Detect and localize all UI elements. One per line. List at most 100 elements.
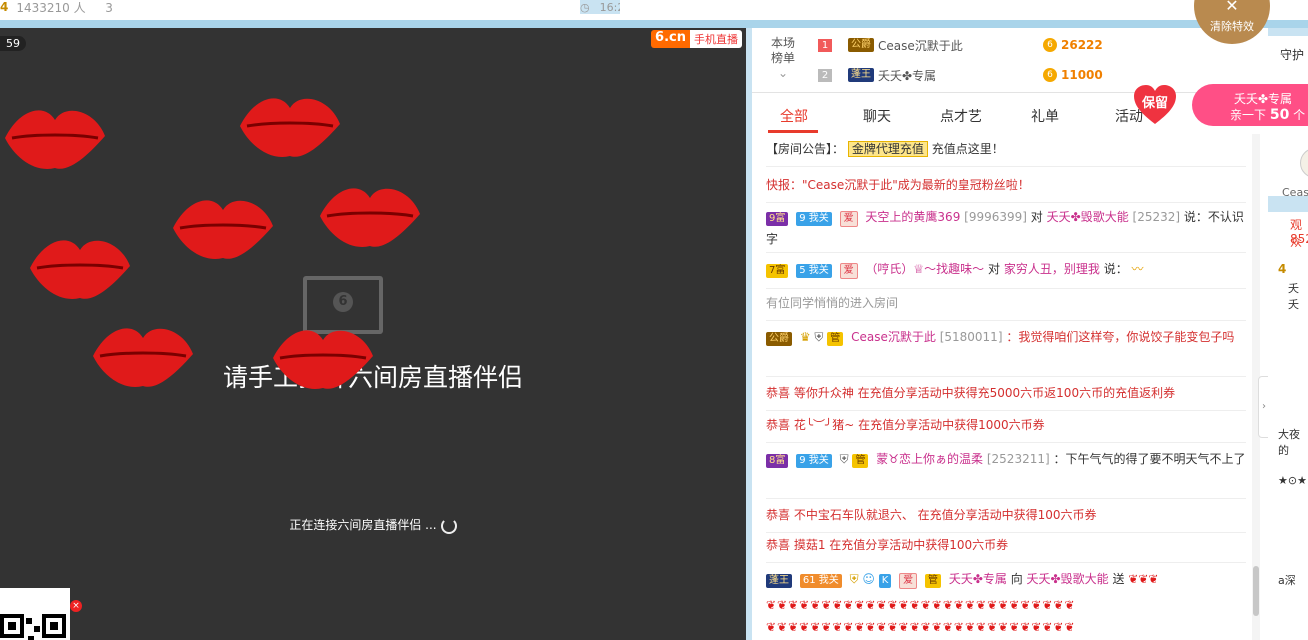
rank-row[interactable]: 2 蓬王 夭夭✤专属 6 11000 [818,64,1238,86]
divider [766,252,1246,253]
divider [766,202,1246,203]
loading-spinner-icon [440,517,457,534]
scrollbar-thumb[interactable] [1253,566,1259,616]
keep-heart-button[interactable]: 保留 [1132,84,1178,126]
gift-lips-row: ❦❦❦❦❦❦❦❦❦❦❦❦❦❦❦❦❦❦❦❦❦❦❦❦❦❦❦❦ [766,598,1076,612]
top-bar: 4 1433210 人 3 ◷ 16:27 ⌖ 天津 家族 快乐 [0,0,1308,20]
divider [766,498,1246,499]
crown-icon: ♛ [799,330,811,344]
chat-to: 对 [1030,210,1043,224]
rank-number: 2 [818,68,832,82]
notice-prefix: 【房间公告】： [766,142,845,156]
divider [766,410,1246,411]
chevron-down-icon[interactable]: ⌄ [766,66,800,81]
viewer-level: 4 [1278,262,1287,276]
user-level-badge: 7富 [766,264,789,278]
viewer-name[interactable]: a深 [1278,572,1296,588]
connecting-status: 正在连接六间房直播伴侣 ... [0,516,746,534]
congrats-message: 恭喜 不中宝石车队就退六、 在充值分享活动中获得100六币券 [766,508,1097,522]
rank-user-name[interactable]: Cease沉默于此 [878,37,1043,54]
audience-panel: 观众 852 4 夭夭 大夜的 ★⊙★ a深 [1268,212,1308,640]
room-notice: 【房间公告】： 金牌代理充值 充值点这里！ [766,138,1246,160]
chat-target-name[interactable]: 夭夭✤毁歌大能 [1027,572,1109,586]
qr-close-button[interactable]: × [70,600,82,612]
logo-tag: 手机直播 [690,30,742,48]
news-flash: 快报："Cease沉默于此"成为最新的皇冠粉丝啦！ [766,178,1030,192]
user-level-badge: 公爵 [766,332,792,346]
chat-feed[interactable]: 【房间公告】： 金牌代理充值 充值点这里！ 快报："Cease沉默于此"成为最新… [752,134,1252,640]
divider [766,320,1246,321]
avatar[interactable] [1300,148,1308,178]
rank-user-name[interactable]: 夭夭✤专属 [878,67,1043,84]
chat-user-name[interactable]: 天空上的黄鹰369 [865,210,960,224]
tab-gift-list[interactable]: 礼单 [1031,106,1059,126]
qr-code-icon [0,614,66,640]
logo-brand: 6.cn [651,30,690,48]
chat-user-id: [2523211] [986,452,1050,466]
notice-suffix: 充值点这里！ [931,142,1004,156]
rank-label-line2: 榜单 [770,51,795,65]
chat-target-name[interactable]: 夭夭✤毁歌大能 [1047,210,1129,224]
user-level-badge: 蓬王 [766,574,792,588]
divider [766,166,1246,167]
kiss-banner-name: 夭夭✤专属 [1234,92,1293,106]
chat-text: ：我觉得咱们这样夸，你说饺子能变包子吗 [1006,330,1235,344]
tab-all[interactable]: 全部 [780,106,808,126]
congrats-message: 恭喜 摸菇1 在充值分享活动中获得100六币券 [766,538,1009,552]
chat-user-name[interactable]: 蒙♉恋上你ぁ的温柔 [876,452,983,466]
guard-shield-icon: ⛨ [814,330,824,344]
chat-user-name[interactable]: Cease沉默于此 [851,330,936,344]
avatar: ☺ [862,572,875,586]
admin-badge: 管 [827,332,844,346]
tv-glyph: 6 [333,292,353,312]
enter-room-notice: 有位同学悄悄的进入房间 [766,296,899,310]
guard-title[interactable]: 守护 [1280,46,1304,63]
divider [766,532,1246,533]
qr-code[interactable] [0,588,70,640]
kiss-prefix: 亲一下 [1230,108,1267,122]
congrats-message: 恭喜 等你升众神 在充值分享活动中获得充5000六币返100六币的充值返利券 [766,386,1176,400]
chat-text: 送 [1112,572,1125,586]
guard-shield-icon: ⛨ [839,452,849,466]
lips-effect-icon [320,188,420,247]
video-player[interactable]: 59 6.cn 手机直播 6 请手工打开六间房直播伴侣 正在连接六间房直播伴侣 … [0,28,746,640]
rank-tag: 公爵 [848,38,874,52]
level-number: 9 [799,455,806,466]
clear-effects-label: 清除特效 [1210,20,1254,33]
emoji-icon: 〰 [1131,262,1144,276]
badge-text: 我关 [818,575,839,586]
chat-user-name[interactable]: （哼氏）♕～找趣味～ [865,262,984,276]
viewer-name[interactable]: 夭夭 [1288,280,1308,312]
brand-logo: 6.cn 手机直播 [651,30,742,48]
chat-user-name[interactable]: 夭夭✤专属 [949,572,1007,586]
divider [766,442,1246,443]
rank-row[interactable]: 1 公爵 Cease沉默于此 6 26222 [818,34,1238,56]
chat-message: 7富 5 我关 爱 （哼氏）♕～找趣味～ 对 家穷人丑，别理我 说： 〰 [766,258,1246,280]
rank-amount: 26222 [1061,38,1103,52]
badge-text: 我关 [808,213,829,224]
guard-shield-icon: ⛨ [849,572,859,586]
coin-icon: 6 [1043,38,1057,52]
kiss-banner[interactable]: 夭夭✤专属 亲一下 50 个 [1192,84,1308,126]
agent-recharge-link[interactable]: 金牌代理充值 [847,141,928,157]
chat-message: 9富 9 我关 爱 天空上的黄鹰369 [9996399] 对 夭夭✤毁歌大能 … [766,206,1246,250]
follow-badge: 61 我关 [799,574,842,588]
tab-talent[interactable]: 点才艺 [940,106,982,126]
chat-text: ：下午气气的得了要不明天气不上了 [1053,452,1246,466]
follow-badge: 5 我关 [796,264,832,278]
admin-badge: 管 [924,574,941,588]
chat-target-name[interactable]: 家穷人丑，别理我 [1004,262,1100,276]
love-icon: 爱 [839,263,858,279]
tab-chat[interactable]: 聊天 [863,106,891,126]
follow-badge: 9 我关 [796,212,832,226]
audience-count: 852 [1290,232,1308,246]
viewer-name[interactable]: ★⊙★ [1278,474,1307,487]
vip-k-badge: K [878,574,892,588]
user-level-badge: 9富 [766,212,789,226]
rank-number: 1 [818,38,832,52]
rank-label[interactable]: 本场 榜单 ⌄ [766,36,800,81]
divider [766,562,1246,563]
viewer-name[interactable]: 大夜的 [1278,426,1308,458]
header-divider [0,20,1308,28]
guard-user-name[interactable]: Ceas [1282,186,1308,199]
